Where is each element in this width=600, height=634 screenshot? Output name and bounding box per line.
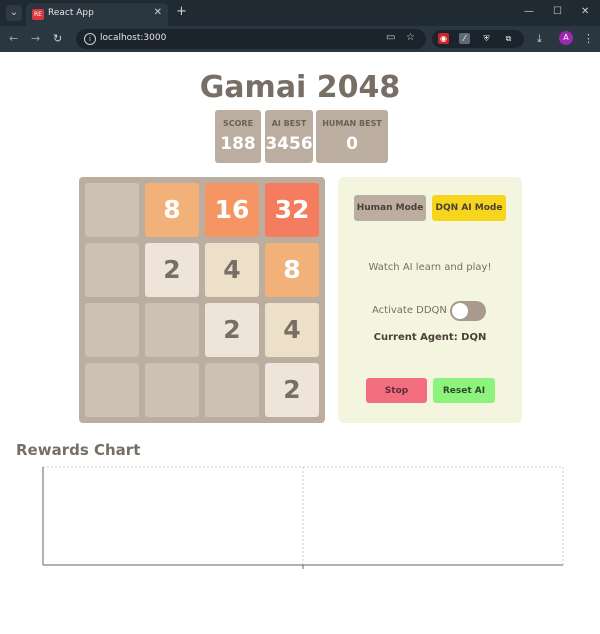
- tile-4: 4: [205, 243, 259, 297]
- score-label: SCORE: [222, 119, 254, 128]
- react-favicon-icon: RE: [32, 9, 44, 20]
- ai-best-label: AI BEST: [271, 119, 307, 128]
- reset-ai-button[interactable]: Reset AI: [433, 378, 495, 403]
- status-text: Watch AI learn and play!: [368, 262, 492, 273]
- score-value: 188: [220, 134, 256, 154]
- address-bar[interactable]: i localhost:3000 ▭ ☆: [76, 29, 426, 49]
- game-board: 8 16 32 2 4 8 2 4 2: [79, 177, 325, 423]
- extension-slash-icon[interactable]: ⁄: [459, 33, 470, 44]
- menu-kebab-icon[interactable]: ⋮: [583, 32, 594, 45]
- empty-cell: [85, 303, 139, 357]
- tile-32: 32: [265, 183, 319, 237]
- browser-tab[interactable]: RE React App ✕: [26, 3, 168, 26]
- tile-4: 4: [265, 303, 319, 357]
- shield-icon[interactable]: ⛨: [481, 33, 492, 44]
- minimize-icon[interactable]: —: [524, 6, 534, 17]
- new-tab-button[interactable]: +: [176, 5, 187, 19]
- tile-16: 16: [205, 183, 259, 237]
- cast-icon[interactable]: ▭: [386, 32, 395, 43]
- bookmark-star-icon[interactable]: ☆: [406, 32, 415, 43]
- tile-8: 8: [265, 243, 319, 297]
- profile-avatar[interactable]: A: [559, 31, 573, 45]
- empty-cell: [85, 183, 139, 237]
- empty-cell: [145, 363, 199, 417]
- tab-title: React App: [48, 8, 94, 18]
- extension-red-icon[interactable]: ◉: [438, 33, 449, 44]
- tab-search-button[interactable]: ⌄: [6, 5, 22, 21]
- human-best-label: HUMAN BEST: [322, 119, 382, 128]
- url-text: localhost:3000: [100, 33, 167, 43]
- browser-tab-strip: ⌄ RE React App ✕ + — ☐ ✕: [0, 0, 600, 26]
- maximize-icon[interactable]: ☐: [553, 6, 562, 17]
- ai-best-box: AI BEST 3456: [265, 110, 313, 163]
- empty-cell: [205, 363, 259, 417]
- close-window-icon[interactable]: ✕: [581, 6, 589, 17]
- tab-close-icon[interactable]: ✕: [154, 7, 162, 18]
- tile-2: 2: [205, 303, 259, 357]
- control-panel: Human Mode DQN AI Mode Watch AI learn an…: [338, 177, 522, 423]
- toggle-knob: [452, 303, 468, 319]
- current-agent-text: Current Agent: DQN: [373, 332, 487, 343]
- rewards-chart-title: Rewards Chart: [16, 441, 141, 459]
- reload-icon[interactable]: ↻: [53, 32, 62, 45]
- score-box: SCORE 188: [215, 110, 261, 163]
- download-icon[interactable]: ⤓: [537, 32, 542, 46]
- extensions-group: ◉ ⁄ ⛨ ⧉: [432, 30, 524, 48]
- empty-cell: [145, 303, 199, 357]
- empty-cell: [85, 363, 139, 417]
- ddqn-label: Activate DDQN: [372, 305, 447, 316]
- ai-best-value: 3456: [265, 134, 313, 154]
- human-best-box: HUMAN BEST 0: [316, 110, 388, 163]
- empty-cell: [85, 243, 139, 297]
- human-mode-button[interactable]: Human Mode: [354, 195, 426, 221]
- site-info-icon[interactable]: i: [84, 33, 96, 45]
- dqn-ai-mode-button[interactable]: DQN AI Mode: [432, 195, 506, 221]
- rewards-chart: [42, 466, 564, 569]
- forward-icon[interactable]: →: [31, 32, 40, 45]
- browser-toolbar: ← → ↻ i localhost:3000 ▭ ☆ ◉ ⁄ ⛨ ⧉ ⤓ A ⋮: [0, 26, 600, 52]
- human-best-value: 0: [346, 134, 358, 154]
- page-title: Gamai 2048: [199, 70, 401, 105]
- back-icon[interactable]: ←: [9, 32, 18, 45]
- stop-button[interactable]: Stop: [366, 378, 427, 403]
- tile-2: 2: [145, 243, 199, 297]
- extensions-puzzle-icon[interactable]: ⧉: [503, 33, 514, 44]
- ddqn-toggle[interactable]: [450, 301, 486, 321]
- tile-8: 8: [145, 183, 199, 237]
- tile-2: 2: [265, 363, 319, 417]
